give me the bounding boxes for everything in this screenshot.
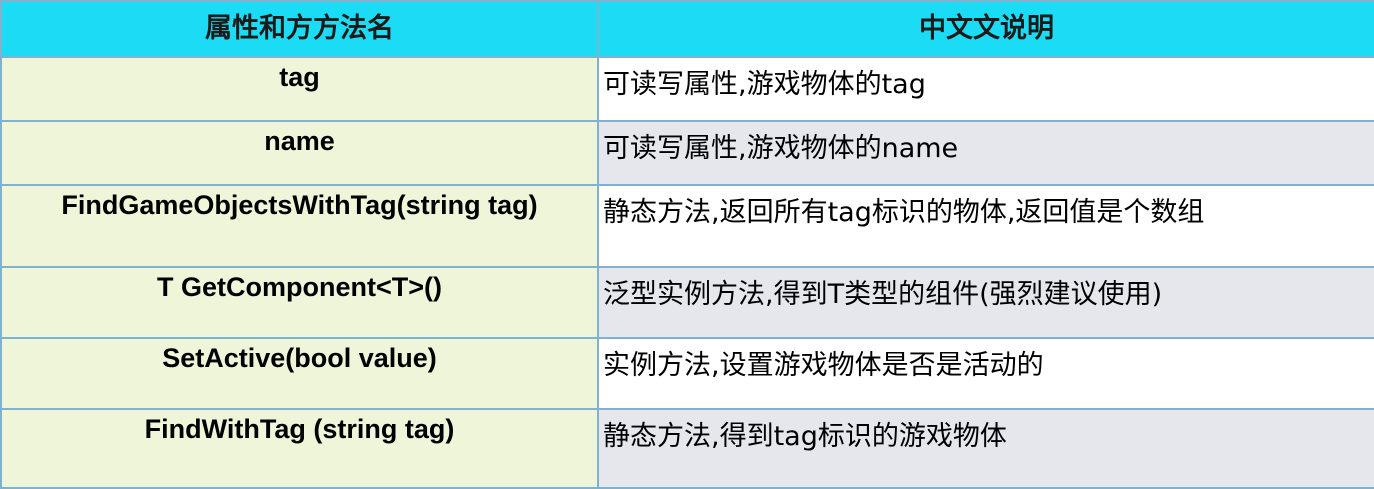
table-row: name 可读写属性,游戏物体的name bbox=[0, 120, 1374, 186]
method-name-cell: SetActive(bool value) bbox=[0, 337, 599, 410]
table-row: tag 可读写属性,游戏物体的tag bbox=[0, 56, 1374, 122]
table-row: FindWithTag (string tag) 静态方法,得到tag标识的游戏… bbox=[0, 408, 1374, 489]
description-cell: 可读写属性,游戏物体的tag bbox=[597, 56, 1374, 122]
table-row: FindGameObjectsWithTag(string tag) 静态方法,… bbox=[0, 184, 1374, 268]
method-name-cell: T GetComponent<T>() bbox=[0, 266, 599, 339]
method-name-cell: tag bbox=[0, 56, 599, 122]
table-row: SetActive(bool value) 实例方法,设置游戏物体是否是活动的 bbox=[0, 337, 1374, 410]
description-cell: 静态方法,返回所有tag标识的物体,返回值是个数组 bbox=[597, 184, 1374, 268]
table-header-row: 属性和方方法名 中文文说明 bbox=[0, 0, 1374, 58]
description-cell: 实例方法,设置游戏物体是否是活动的 bbox=[597, 337, 1374, 410]
method-name-cell: FindWithTag (string tag) bbox=[0, 408, 599, 489]
description-cell: 静态方法,得到tag标识的游戏物体 bbox=[597, 408, 1374, 489]
method-name-cell: FindGameObjectsWithTag(string tag) bbox=[0, 184, 599, 268]
table-row: T GetComponent<T>() 泛型实例方法,得到T类型的组件(强烈建议… bbox=[0, 266, 1374, 339]
description-cell: 可读写属性,游戏物体的name bbox=[597, 120, 1374, 186]
method-name-cell: name bbox=[0, 120, 599, 186]
api-table: 属性和方方法名 中文文说明 tag 可读写属性,游戏物体的tag name 可读… bbox=[0, 0, 1374, 489]
description-cell: 泛型实例方法,得到T类型的组件(强烈建议使用) bbox=[597, 266, 1374, 339]
header-description: 中文文说明 bbox=[597, 0, 1374, 58]
header-method-name: 属性和方方法名 bbox=[0, 0, 599, 58]
